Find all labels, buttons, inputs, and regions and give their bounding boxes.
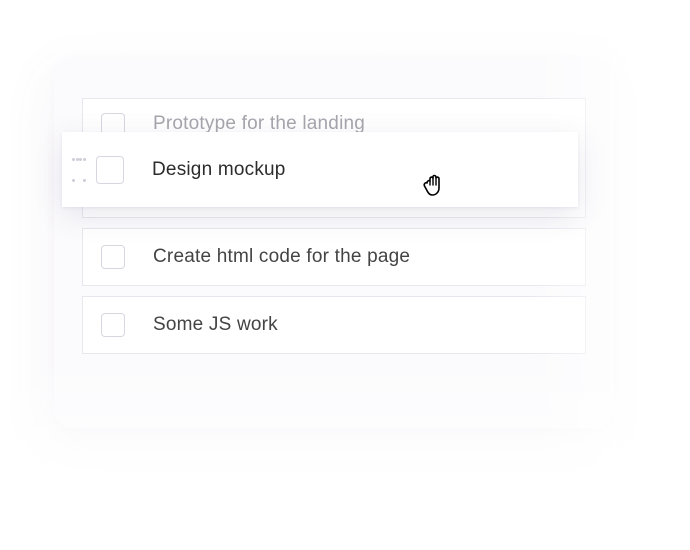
- checkbox[interactable]: [96, 156, 124, 184]
- tasks-panel: Prototype for the landing Create html co…: [54, 58, 614, 428]
- task-label: Design mockup: [152, 159, 286, 181]
- checkbox[interactable]: [101, 245, 125, 269]
- task-label: Create html code for the page: [153, 246, 410, 268]
- task-item-dragging[interactable]: Design mockup: [62, 132, 578, 207]
- checkbox[interactable]: [101, 313, 125, 337]
- drag-handle-icon[interactable]: [72, 158, 86, 182]
- task-item[interactable]: Some JS work: [82, 296, 586, 354]
- task-label: Some JS work: [153, 314, 278, 336]
- task-item[interactable]: Create html code for the page: [82, 228, 586, 286]
